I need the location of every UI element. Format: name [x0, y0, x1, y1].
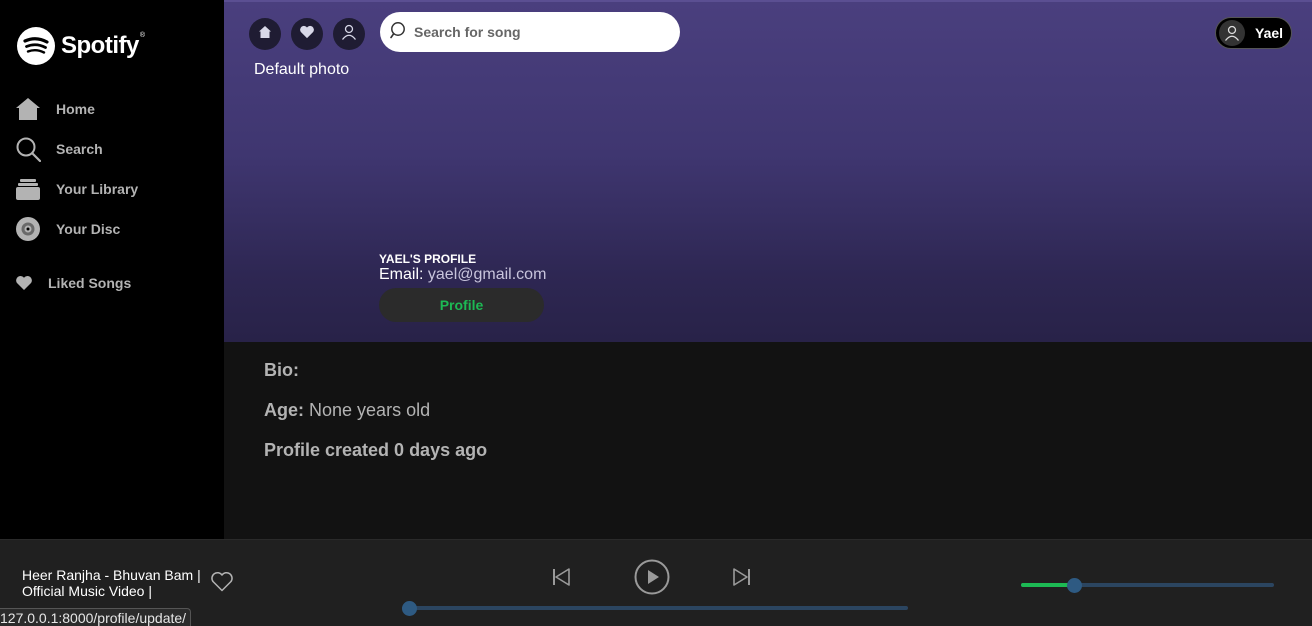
heart-icon	[299, 25, 315, 44]
heart-icon	[14, 273, 34, 293]
home-icon	[14, 95, 42, 123]
bio-label: Bio:	[264, 360, 299, 380]
spotify-logo[interactable]: Spotify®	[17, 27, 145, 65]
next-button[interactable]	[732, 567, 752, 592]
profile-details: Bio: Age: None years old Profile created…	[224, 342, 1312, 539]
disc-icon	[14, 215, 42, 243]
brand-name: Spotify®	[61, 32, 145, 59]
track-title: Heer Ranjha - Bhuvan Bam | Official Musi…	[22, 567, 201, 599]
search-bar[interactable]	[380, 12, 680, 52]
volume-slider[interactable]	[1021, 577, 1274, 593]
spotify-logo-icon	[17, 27, 55, 65]
search-icon	[14, 135, 42, 163]
edit-profile-button[interactable]: Profile	[379, 288, 544, 322]
volume-handle[interactable]	[1066, 577, 1082, 593]
profile-photo-alt: Default photo	[254, 61, 350, 78]
sidebar-item-label: Your Library	[56, 181, 139, 197]
sidebar-item-liked-songs[interactable]: Liked Songs	[14, 273, 131, 293]
like-track-button[interactable]	[210, 571, 234, 597]
email-label: Email:	[379, 266, 424, 283]
user-name: Yael	[1255, 25, 1284, 41]
profile-title: YAEL'S PROFILE	[379, 252, 477, 266]
bio-row: Bio:	[264, 360, 299, 381]
sidebar-item-search[interactable]: Search	[14, 135, 103, 163]
play-icon	[634, 559, 670, 600]
age-value: None years old	[309, 400, 431, 420]
avatar	[1219, 20, 1245, 46]
user-icon	[341, 24, 357, 45]
skip-next-icon	[732, 567, 752, 592]
progress-handle[interactable]	[402, 600, 417, 616]
progress-bar[interactable]	[402, 600, 908, 616]
status-bar-url: 127.0.0.1:8000/profile/update/	[0, 608, 192, 626]
previous-button[interactable]	[551, 567, 571, 592]
play-button[interactable]	[634, 559, 670, 600]
user-icon	[1224, 25, 1240, 41]
profile-button[interactable]	[333, 18, 365, 50]
search-icon	[390, 21, 408, 44]
heart-outline-icon	[210, 571, 234, 596]
user-menu-button[interactable]: Yael	[1215, 17, 1292, 49]
sidebar-item-home[interactable]: Home	[14, 95, 95, 123]
profile-header: Yael Default photo YAEL'S PROFILE Email:…	[224, 0, 1312, 342]
sidebar-item-disc[interactable]: Your Disc	[14, 215, 120, 243]
home-icon	[258, 25, 272, 44]
sidebar-item-label: Your Disc	[56, 221, 121, 237]
age-label: Age:	[264, 400, 304, 420]
sidebar-item-library[interactable]: Your Library	[14, 175, 138, 203]
age-row: Age: None years old	[264, 400, 430, 421]
sidebar-item-label: Home	[56, 101, 95, 117]
sidebar: Spotify® Home Search Your Library Your D…	[0, 0, 224, 539]
home-button[interactable]	[249, 18, 281, 50]
email-value: yael@gmail.com	[427, 266, 547, 283]
skip-previous-icon	[551, 567, 571, 592]
liked-button[interactable]	[291, 18, 323, 50]
profile-created-text: Profile created 0 days ago	[264, 440, 488, 460]
library-icon	[14, 175, 42, 203]
player-bar: Heer Ranjha - Bhuvan Bam | Official Musi…	[0, 539, 1312, 626]
sidebar-item-label: Search	[56, 141, 103, 157]
sidebar-item-label: Liked Songs	[48, 275, 132, 291]
profile-email: Email: yael@gmail.com	[379, 266, 546, 284]
created-row: Profile created 0 days ago	[264, 440, 487, 461]
search-input[interactable]	[414, 24, 664, 40]
